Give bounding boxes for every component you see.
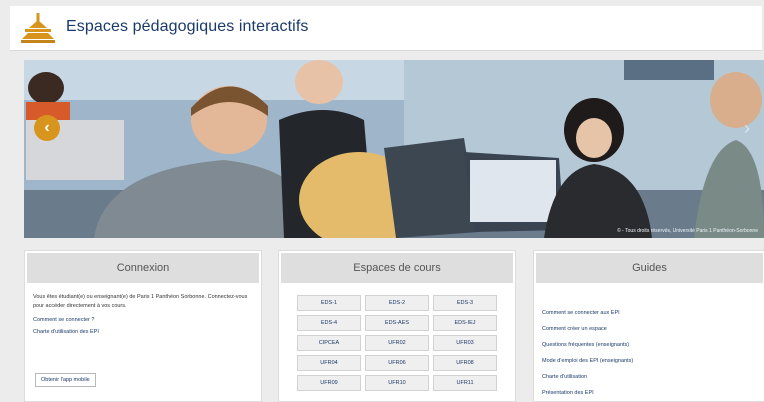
course-button[interactable]: UFR02	[365, 335, 429, 351]
course-button[interactable]: EDS-AES	[365, 315, 429, 331]
hero-carousel: ‹ › © - Tous droits réservés, Université…	[24, 60, 764, 238]
guides-panel: Guides Comment se connecter aux EPI Comm…	[533, 250, 764, 402]
guide-link[interactable]: Comment créer un espace	[542, 326, 607, 332]
mobile-app-button[interactable]: Obtenir l'app mobile	[35, 373, 96, 387]
course-button[interactable]: EDS-4	[297, 315, 361, 331]
course-button[interactable]: UFR10	[365, 375, 429, 391]
guide-link[interactable]: Présentation des EPI	[542, 390, 594, 396]
course-button[interactable]: UFR08	[433, 355, 497, 371]
hero-photo	[24, 60, 764, 238]
site-header: Espaces pédagogiques interactifs	[10, 6, 762, 51]
list-item: Mode d'emploi des EPI (enseignants)	[542, 349, 764, 364]
list-item: Présentation des EPI	[542, 381, 764, 396]
course-button[interactable]: UFR04	[297, 355, 361, 371]
connexion-intro: Vous êtes étudiant(e) ou enseignant(e) d…	[33, 294, 248, 309]
list-item: Questions fréquentes (enseignants)	[542, 333, 764, 348]
guides-list: Comment se connecter aux EPI Comment cré…	[534, 285, 764, 396]
list-item: Comment se connecter aux EPI	[542, 301, 764, 316]
site-title[interactable]: Espaces pédagogiques interactifs	[66, 18, 308, 36]
list-item: Comment créer un espace	[542, 317, 764, 332]
course-grid: EDS-1 EDS-2 EDS-3 EDS-4 EDS-AES EDS-IEJ …	[297, 295, 497, 391]
course-button[interactable]: CIPCEA	[297, 335, 361, 351]
course-button[interactable]: EDS-1	[297, 295, 361, 311]
guide-link[interactable]: Charte d'utilisation	[542, 374, 587, 380]
course-button[interactable]: UFR03	[433, 335, 497, 351]
guide-link[interactable]: Comment se connecter aux EPI	[542, 310, 620, 316]
guides-title: Guides	[536, 253, 763, 283]
charter-link[interactable]: Charte d'utilisation des EPI	[33, 329, 253, 335]
carousel-next-button[interactable]: ›	[736, 115, 758, 141]
course-button[interactable]: UFR09	[297, 375, 361, 391]
carousel-prev-button[interactable]: ‹	[34, 115, 60, 141]
courses-panel: Espaces de cours EDS-1 EDS-2 EDS-3 EDS-4…	[278, 250, 516, 402]
guide-link[interactable]: Mode d'emploi des EPI (enseignants)	[542, 358, 633, 364]
connexion-title: Connexion	[27, 253, 259, 283]
courses-title: Espaces de cours	[281, 253, 513, 283]
hero-credit: © - Tous droits réservés, Université Par…	[617, 228, 758, 234]
course-button[interactable]: EDS-IEJ	[433, 315, 497, 331]
course-button[interactable]: EDS-3	[433, 295, 497, 311]
course-button[interactable]: UFR11	[433, 375, 497, 391]
guide-link[interactable]: Questions fréquentes (enseignants)	[542, 342, 629, 348]
course-button[interactable]: UFR06	[365, 355, 429, 371]
list-item: Charte d'utilisation	[542, 365, 764, 380]
university-logo-icon[interactable]	[20, 12, 56, 46]
course-button[interactable]: EDS-2	[365, 295, 429, 311]
connexion-panel: Connexion Vous êtes étudiant(e) ou ensei…	[24, 250, 262, 402]
how-to-connect-link[interactable]: Comment se connecter ?	[33, 317, 253, 323]
page: Espaces pédagogiques interactifs ‹ › © -…	[0, 0, 764, 402]
